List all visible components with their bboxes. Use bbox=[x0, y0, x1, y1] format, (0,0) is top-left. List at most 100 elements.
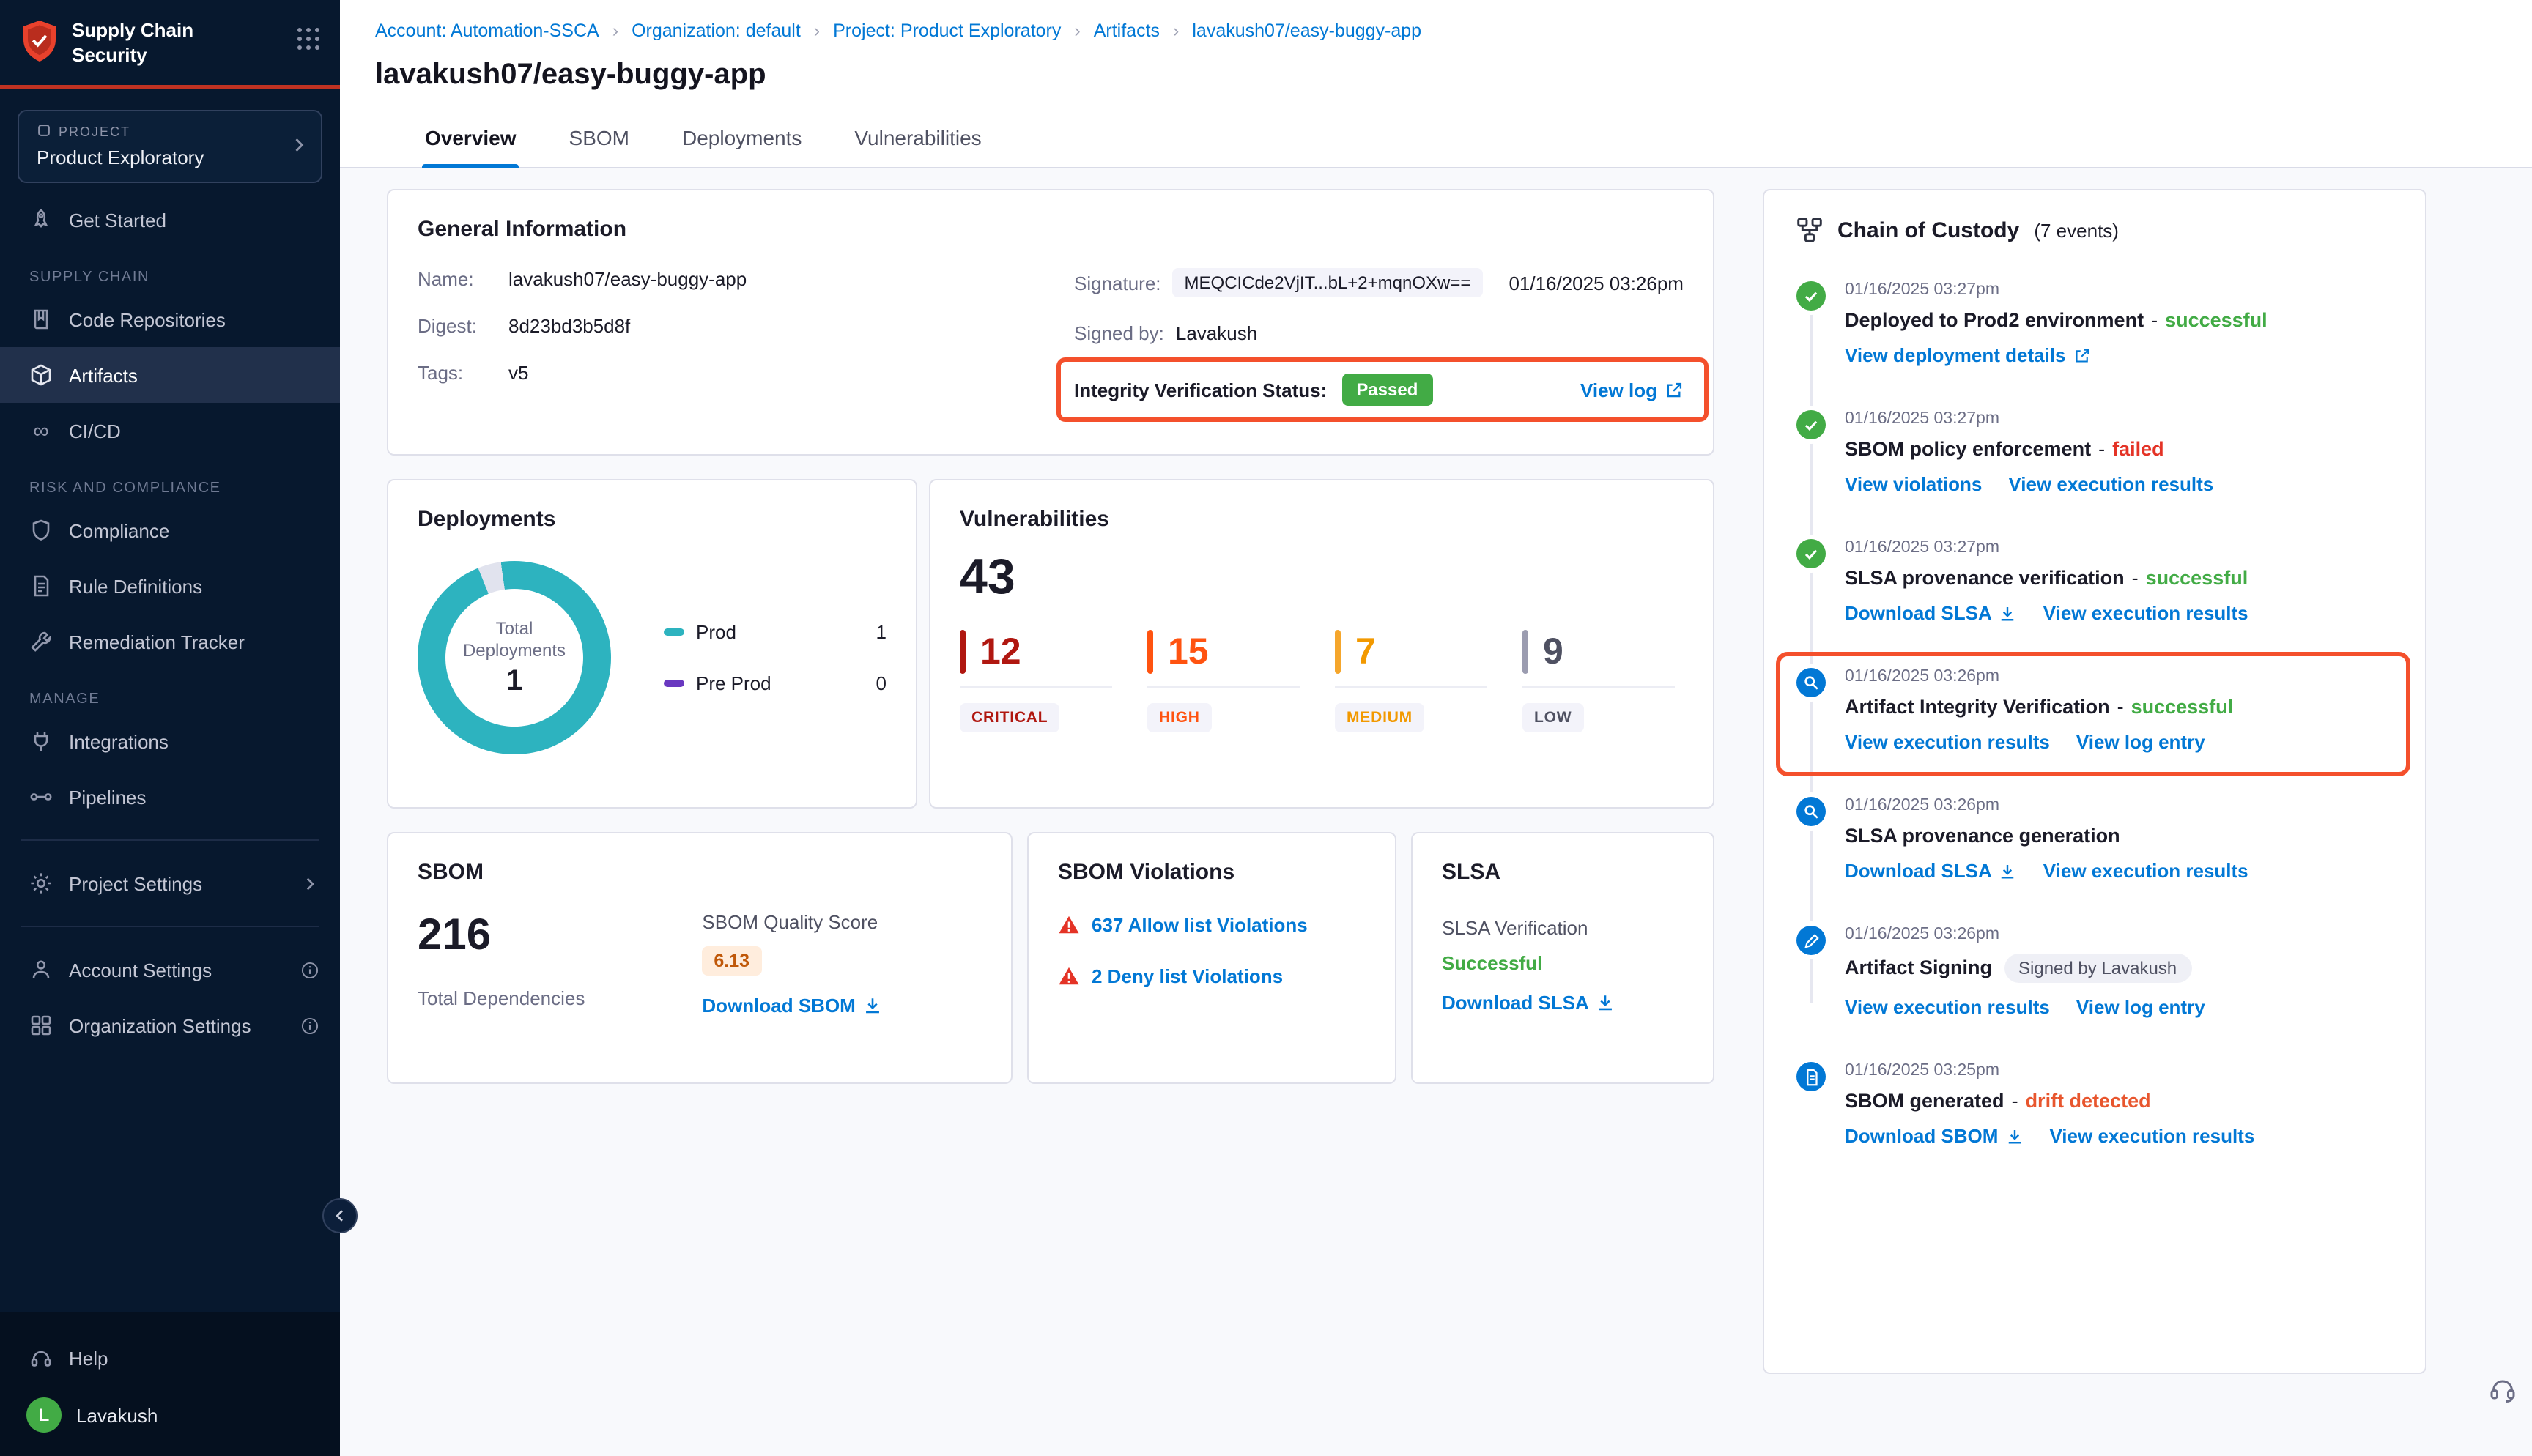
sidebar-item-organization-settings[interactable]: Organization Settings bbox=[0, 998, 340, 1053]
card-title: SBOM Violations bbox=[1058, 860, 1366, 885]
event-separator: - bbox=[2012, 1090, 2018, 1112]
chevron-right-icon bbox=[300, 874, 319, 893]
event-separator: - bbox=[2132, 567, 2139, 589]
section-label-supply-chain: SUPPLY CHAIN bbox=[0, 270, 340, 286]
view-execution-results-link[interactable]: View execution results bbox=[1845, 996, 2050, 1018]
project-selector[interactable]: PROJECT Product Exploratory bbox=[18, 110, 322, 183]
tags-value: v5 bbox=[508, 362, 528, 384]
sidebar-collapse-button[interactable] bbox=[322, 1198, 358, 1233]
sidebar-item-label: Project Settings bbox=[69, 872, 202, 894]
view-log-entry-link[interactable]: View log entry bbox=[2076, 996, 2205, 1018]
legend-value: 1 bbox=[876, 621, 886, 643]
card-title: SLSA bbox=[1442, 860, 1684, 885]
view-deployment-details-link[interactable]: View deployment details bbox=[1845, 344, 2091, 366]
brand-row: Supply Chain Security bbox=[0, 0, 340, 85]
chain-of-custody-panel: Chain of Custody (7 events) 01/16/2025 0… bbox=[1763, 189, 2426, 1374]
section-label-manage: MANAGE bbox=[0, 691, 340, 707]
view-execution-results-link[interactable]: View execution results bbox=[2043, 602, 2248, 624]
headset-icon bbox=[29, 1346, 53, 1370]
sidebar-item-remediation-tracker[interactable]: Remediation Tracker bbox=[0, 614, 340, 669]
sidebar-item-code-repositories[interactable]: Code Repositories bbox=[0, 291, 340, 347]
severity-critical: 12 CRITICAL bbox=[960, 630, 1112, 732]
breadcrumb-artifact-name[interactable]: lavakush07/easy-buggy-app bbox=[1192, 21, 1421, 41]
digest-value: 8d23bd3b5d8f bbox=[508, 315, 630, 337]
user-menu[interactable]: L Lavakush bbox=[0, 1386, 340, 1433]
sidebar-item-label: Pipelines bbox=[69, 786, 147, 808]
sidebar-item-compliance[interactable]: Compliance bbox=[0, 502, 340, 558]
critical-count: 12 bbox=[980, 631, 1021, 673]
deployments-donut-chart: Total Deployments 1 bbox=[418, 561, 611, 754]
tab-vulnerabilities[interactable]: Vulnerabilities bbox=[851, 113, 984, 167]
sidebar-item-project-settings[interactable]: Project Settings bbox=[0, 855, 340, 911]
severity-high: 15 HIGH bbox=[1147, 630, 1300, 732]
prod-legend-swatch bbox=[664, 628, 684, 636]
sidebar-item-integrations[interactable]: Integrations bbox=[0, 713, 340, 769]
tags-label: Tags: bbox=[418, 362, 508, 384]
sidebar-item-artifacts[interactable]: Artifacts bbox=[0, 347, 340, 403]
severity-medium: 7 MEDIUM bbox=[1335, 630, 1487, 732]
brand-title-line2: Security bbox=[72, 44, 297, 69]
package-icon bbox=[29, 363, 53, 387]
deny-list-violations-link[interactable]: 2 Deny list Violations bbox=[1092, 965, 1283, 987]
chain-events-count: (7 events) bbox=[2034, 219, 2119, 241]
event-separator: - bbox=[2151, 309, 2158, 331]
view-execution-results-link[interactable]: View execution results bbox=[1845, 731, 2050, 753]
sidebar-item-label: Rule Definitions bbox=[69, 575, 202, 597]
breadcrumb-project[interactable]: Project: Product Exploratory bbox=[833, 21, 1094, 41]
event-title: Artifact Integrity Verification bbox=[1845, 696, 2110, 718]
view-log-link[interactable]: View log bbox=[1580, 379, 1684, 401]
main-area: Account: Automation-SSCA Organization: d… bbox=[340, 0, 2532, 1456]
support-headset-button[interactable] bbox=[2488, 1374, 2517, 1411]
app-switcher-grid-icon[interactable] bbox=[297, 28, 319, 50]
link-label: Download SLSA bbox=[1845, 602, 1992, 624]
breadcrumb-account[interactable]: Account: Automation-SSCA bbox=[375, 21, 632, 41]
shield-check-icon bbox=[29, 519, 53, 542]
tab-sbom[interactable]: SBOM bbox=[566, 113, 632, 167]
event-title: SLSA provenance generation bbox=[1845, 825, 2120, 847]
integrity-verification-row: Integrity Verification Status: Passed Vi… bbox=[1074, 374, 1684, 406]
provenance-generation-icon bbox=[1796, 797, 1826, 826]
view-execution-results-link[interactable]: View execution results bbox=[2008, 473, 2213, 495]
allow-list-violations-link[interactable]: 637 Allow list Violations bbox=[1092, 914, 1308, 936]
view-execution-results-link[interactable]: View execution results bbox=[2043, 860, 2248, 882]
breadcrumb-organization[interactable]: Organization: default bbox=[632, 21, 833, 41]
download-sbom-link[interactable]: Download SBOM bbox=[1845, 1125, 2023, 1147]
view-log-entry-link[interactable]: View log entry bbox=[2076, 731, 2205, 753]
sbom-violations-card: SBOM Violations 637 Allow list Violation… bbox=[1027, 832, 1396, 1084]
sidebar-item-pipelines[interactable]: Pipelines bbox=[0, 769, 340, 825]
download-slsa-link[interactable]: Download SLSA bbox=[1845, 602, 2017, 624]
view-execution-results-link[interactable]: View execution results bbox=[2049, 1125, 2254, 1147]
project-label: PROJECT bbox=[59, 125, 130, 139]
critical-bar bbox=[960, 630, 966, 674]
download-sbom-link[interactable]: Download SBOM bbox=[702, 995, 881, 1017]
view-violations-link[interactable]: View violations bbox=[1845, 473, 1982, 495]
download-slsa-link[interactable]: Download SLSA bbox=[1845, 860, 2017, 882]
sidebar-item-cicd[interactable]: ∞ CI/CD bbox=[0, 403, 340, 458]
donut-total-value: 1 bbox=[506, 664, 522, 698]
sidebar-item-help[interactable]: Help bbox=[0, 1330, 340, 1386]
tab-overview[interactable]: Overview bbox=[422, 113, 519, 167]
event-slsa-provenance-generation: 01/16/2025 03:26pm SLSA provenance gener… bbox=[1796, 797, 2393, 882]
sidebar-item-rule-definitions[interactable]: Rule Definitions bbox=[0, 558, 340, 614]
slsa-card: SLSA SLSA Verification Successful Downlo… bbox=[1411, 832, 1714, 1084]
high-label: HIGH bbox=[1147, 703, 1212, 732]
allow-list-violations-row: 637 Allow list Violations bbox=[1058, 914, 1366, 936]
sidebar-divider bbox=[21, 839, 319, 841]
download-icon bbox=[1596, 993, 1615, 1012]
event-timestamp: 01/16/2025 03:27pm bbox=[1845, 410, 2213, 428]
preprod-legend-swatch bbox=[664, 680, 684, 687]
signed-by-label: Signed by: bbox=[1074, 322, 1164, 344]
breadcrumb-artifacts[interactable]: Artifacts bbox=[1094, 21, 1193, 41]
vulnerabilities-card: Vulnerabilities 43 12 CRITICAL 15 HIGH bbox=[929, 479, 1714, 809]
event-slsa-provenance-verification: 01/16/2025 03:27pm SLSA provenance verif… bbox=[1796, 539, 2393, 624]
chain-of-custody-header: Chain of Custody (7 events) bbox=[1796, 217, 2393, 243]
shield-logo-icon bbox=[21, 19, 59, 70]
sidebar-item-account-settings[interactable]: Account Settings bbox=[0, 942, 340, 998]
event-separator: - bbox=[2117, 696, 2124, 718]
page-title: lavakush07/easy-buggy-app bbox=[375, 59, 2497, 92]
sidebar-item-get-started[interactable]: Get Started bbox=[0, 192, 340, 248]
download-slsa-link[interactable]: Download SLSA bbox=[1442, 992, 1615, 1014]
event-timestamp: 01/16/2025 03:27pm bbox=[1845, 281, 2268, 299]
severity-low: 9 LOW bbox=[1522, 630, 1675, 732]
tab-deployments[interactable]: Deployments bbox=[679, 113, 804, 167]
